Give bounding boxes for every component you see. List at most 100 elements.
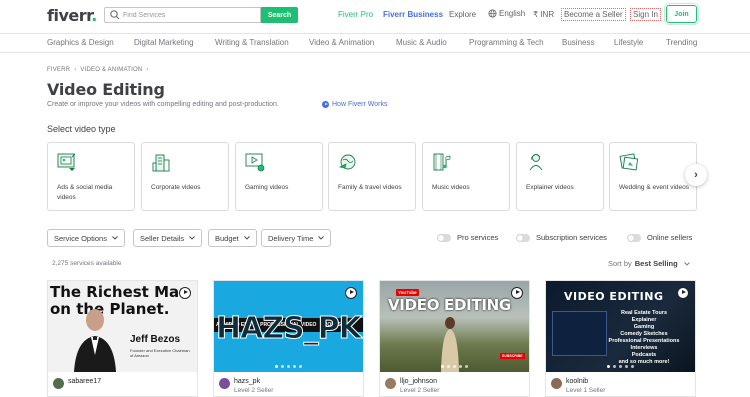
gig-thumbnail[interactable]: VIDEO EDITING Real Estate Tours Explaine…: [546, 281, 695, 372]
how-fiverr-works-link[interactable]: How Fiverr Works: [322, 101, 387, 108]
section-label: Select video type: [47, 124, 116, 134]
thumbnail-headline: VIDEO EDITING: [564, 290, 664, 303]
avatar[interactable]: [551, 378, 562, 389]
music-film-icon: [433, 153, 451, 171]
breadcrumb-home[interactable]: FIVERR: [47, 67, 70, 73]
play-button[interactable]: [511, 287, 523, 299]
category-writing-translation[interactable]: Writing & Translation: [215, 38, 289, 47]
video-type-ads-social[interactable]: Ads & social media videos: [47, 142, 135, 211]
search-box: [104, 7, 261, 23]
globe-travel-icon: [338, 154, 356, 170]
category-programming-tech[interactable]: Programming & Tech: [469, 38, 544, 47]
seller-name[interactable]: sabaree17: [68, 378, 101, 385]
sort-label: Sort by: [608, 259, 632, 268]
video-type-explainer[interactable]: Explainer videos: [516, 142, 604, 211]
currency-selector[interactable]: ₹ INR: [533, 10, 554, 19]
breadcrumb-section[interactable]: VIDEO & ANIMATION: [80, 67, 142, 73]
chevron-right-icon: ›: [74, 67, 77, 73]
gig-card[interactable]: VIDEO EDITING Real Estate Tours Explaine…: [545, 280, 696, 397]
video-type-label: Music videos: [432, 184, 470, 191]
gaming-icon: [245, 153, 265, 172]
avatar[interactable]: [219, 378, 230, 389]
video-type-corporate[interactable]: Corporate videos: [141, 142, 229, 211]
avatar[interactable]: [385, 378, 396, 389]
language-selector[interactable]: English: [488, 9, 525, 18]
explore-link[interactable]: Explore: [449, 10, 476, 19]
category-trending[interactable]: Trending: [666, 38, 697, 47]
video-type-gaming[interactable]: Gaming videos: [235, 142, 323, 211]
fiverr-business-link[interactable]: Fiverr Business: [383, 10, 443, 19]
delivery-time-dropdown[interactable]: Delivery Time: [261, 229, 332, 247]
chevron-down-icon: [243, 236, 250, 240]
search-button[interactable]: Search: [261, 7, 298, 23]
toggle-switch[interactable]: [627, 233, 641, 242]
gig-thumbnail[interactable]: AL VIDEO EDITO PROFESSIONAL VIDEO PROFES…: [214, 281, 363, 372]
play-button[interactable]: [345, 287, 357, 299]
gig-card[interactable]: AL VIDEO EDITO PROFESSIONAL VIDEO PROFES…: [213, 280, 364, 397]
toggle-switch[interactable]: [437, 233, 451, 242]
breadcrumb: FIVERR › VIDEO & ANIMATION ›: [47, 67, 149, 73]
search-input[interactable]: [123, 11, 253, 19]
become-seller-link[interactable]: Become a Seller: [561, 8, 626, 21]
gig-thumbnail[interactable]: YouTube VIDEO EDITING SUBSCRIBE: [380, 281, 529, 372]
fiverr-pro-link[interactable]: Fiverr Pro: [338, 10, 373, 19]
sign-in-link[interactable]: Sign In: [630, 8, 661, 21]
category-lifestyle[interactable]: Lifestyle: [614, 38, 643, 47]
seller-name[interactable]: koolnib: [566, 378, 588, 385]
category-digital-marketing[interactable]: Digital Marketing: [134, 38, 194, 47]
video-type-label: Wedding & event videos: [619, 184, 689, 191]
seller-name[interactable]: hazs_pk: [234, 378, 260, 385]
avatar[interactable]: [53, 378, 64, 389]
person-silhouette: [74, 309, 116, 372]
pro-services-toggle[interactable]: Pro services: [437, 233, 498, 242]
results-count: 2,275 services available: [52, 260, 122, 267]
subscribe-badge: SUBSCRIBE: [500, 353, 525, 359]
thumbnail-service-list: Real Estate Tours Explainer Gaming Comed…: [608, 310, 680, 365]
toggle-switch[interactable]: [516, 233, 530, 242]
seller-name[interactable]: lljo_johnson: [400, 378, 437, 385]
chevron-right-icon: ›: [694, 169, 698, 181]
person-silhouette: [441, 317, 459, 372]
carousel-dots: [214, 365, 363, 368]
play-button[interactable]: [677, 287, 689, 299]
video-type-music[interactable]: Music videos: [422, 142, 510, 211]
category-video-animation[interactable]: Video & Animation: [309, 38, 374, 47]
subscription-services-toggle[interactable]: Subscription services: [516, 233, 607, 242]
join-button[interactable]: Join: [664, 3, 699, 25]
seller-details-dropdown[interactable]: Seller Details: [133, 229, 203, 247]
thumbnail-headline: HAZS_PK: [216, 311, 363, 347]
video-type-wedding-event[interactable]: Wedding & event videos: [609, 142, 697, 211]
video-type-label: Corporate videos: [151, 184, 201, 191]
gig-card[interactable]: YouTube VIDEO EDITING SUBSCRIBE lljo_joh…: [379, 280, 530, 397]
sort-by-dropdown[interactable]: Sort by Best Selling: [608, 259, 690, 268]
thumbnail-headline: VIDEO EDITING: [388, 296, 511, 314]
carousel-next-button[interactable]: ›: [685, 164, 707, 186]
how-link-label: How Fiverr Works: [332, 101, 388, 108]
filter-label: Service Options: [54, 233, 107, 243]
carousel-dots: [380, 365, 529, 368]
category-music-audio[interactable]: Music & Audio: [396, 38, 447, 47]
chevron-right-icon: ›: [146, 67, 149, 73]
video-type-label: Gaming videos: [245, 184, 289, 191]
globe-icon: [488, 9, 497, 18]
presenter-icon: [529, 154, 543, 171]
service-options-dropdown[interactable]: Service Options: [47, 229, 125, 247]
gig-card[interactable]: The Richest Man on the Planet. Jeff Bezo…: [47, 280, 198, 397]
sort-value: Best Selling: [634, 259, 678, 268]
category-nav: Graphics & Design Digital Marketing Writ…: [0, 33, 750, 53]
play-button[interactable]: [179, 287, 191, 299]
online-sellers-toggle[interactable]: Online sellers: [627, 233, 692, 242]
budget-dropdown[interactable]: Budget: [208, 229, 257, 247]
building-icon: [152, 154, 170, 172]
gig-thumbnail[interactable]: The Richest Man on the Planet. Jeff Bezo…: [48, 281, 197, 372]
toggle-label: Pro services: [457, 233, 499, 242]
video-type-family-travel[interactable]: Family & travel videos: [328, 142, 416, 211]
play-circle-icon: [322, 101, 329, 108]
wedding-photo-icon: [619, 153, 639, 171]
chevron-down-icon: [318, 236, 325, 240]
category-graphics-design[interactable]: Graphics & Design: [47, 38, 114, 47]
fiverr-logo[interactable]: fiverr.: [47, 6, 97, 25]
seller-level: Level 2 Seller: [234, 387, 274, 394]
carousel-dots: [546, 365, 695, 368]
category-business[interactable]: Business: [562, 38, 594, 47]
